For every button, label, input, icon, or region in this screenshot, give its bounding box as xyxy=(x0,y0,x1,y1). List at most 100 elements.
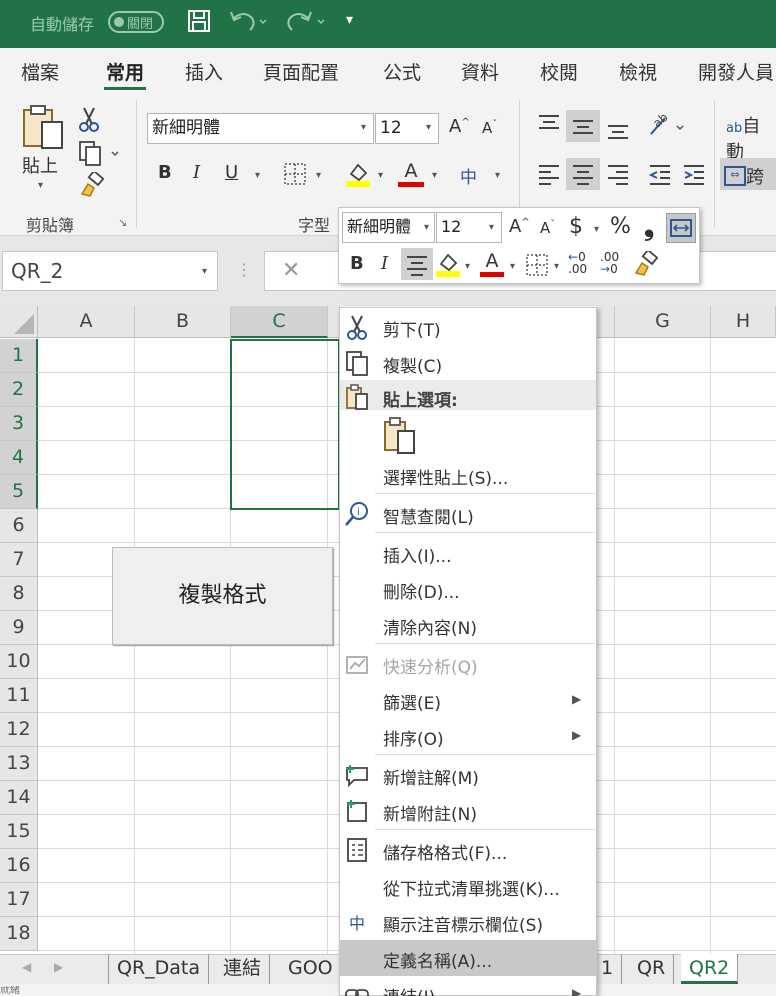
redo-icon[interactable] xyxy=(284,8,326,40)
save-icon[interactable] xyxy=(186,8,212,40)
mini-italic-button[interactable]: I xyxy=(381,253,388,274)
customize-qat-icon[interactable]: ▾ xyxy=(346,12,353,28)
menu-item-link[interactable]: 連結(I) xyxy=(383,983,435,996)
menu-item-copy[interactable]: 複製(C) xyxy=(383,352,442,377)
format-painter-icon[interactable] xyxy=(78,169,105,202)
paste-keep-source-icon[interactable] xyxy=(382,417,418,459)
mini-comma-button[interactable]: ❟ xyxy=(644,212,654,243)
row-header-11[interactable]: 11 xyxy=(0,679,38,713)
mini-font-size-dropdown-icon[interactable]: ▾ xyxy=(489,222,494,233)
column-header-b[interactable]: B xyxy=(135,306,231,338)
menu-item-filter[interactable]: 篩選(E) xyxy=(383,689,441,714)
align-top-icon[interactable] xyxy=(537,112,561,140)
sheet-tab-qr2[interactable]: QR2 xyxy=(681,954,739,984)
fill-color-dropdown-icon[interactable]: ▾ xyxy=(378,170,383,181)
align-middle-icon[interactable] xyxy=(571,115,595,143)
shrink-font-button[interactable]: Aˇ xyxy=(482,119,497,137)
column-header-g[interactable]: G xyxy=(615,306,711,338)
tab-review[interactable]: 校閱 xyxy=(540,58,578,85)
column-header-f[interactable] xyxy=(597,306,615,338)
row-header-5[interactable]: 5 xyxy=(0,475,38,509)
menu-item-format-cells[interactable]: 儲存格格式(F)... xyxy=(383,839,507,864)
row-header-14[interactable]: 14 xyxy=(0,781,38,815)
column-header-h[interactable]: H xyxy=(711,306,776,338)
mini-decrease-decimal-button[interactable]: .00 →0 xyxy=(600,251,626,275)
decrease-indent-icon[interactable] xyxy=(648,162,672,190)
menu-item-new-note[interactable]: 新增附註(N) xyxy=(383,800,477,825)
row-header-13[interactable]: 13 xyxy=(0,747,38,781)
underline-button[interactable]: U xyxy=(225,162,238,183)
borders-icon[interactable] xyxy=(283,162,307,190)
mini-bold-button[interactable]: B xyxy=(350,253,364,274)
sheet-tab-goo[interactable]: GOO xyxy=(280,954,342,984)
mini-increase-decimal-button[interactable]: ←0.00 xyxy=(568,251,594,275)
mini-currency-dropdown-icon[interactable]: ▾ xyxy=(594,224,599,235)
align-center-icon[interactable] xyxy=(571,162,595,190)
row-header-7[interactable]: 7 xyxy=(0,543,38,577)
row-header-2[interactable]: 2 xyxy=(0,373,38,407)
menu-item-delete[interactable]: 刪除(D)... xyxy=(383,578,460,603)
tab-developer[interactable]: 開發人員 xyxy=(698,58,774,85)
tab-file[interactable]: 檔案 xyxy=(21,58,59,85)
row-header-10[interactable]: 10 xyxy=(0,645,38,679)
mini-shrink-font-button[interactable]: Aˇ xyxy=(540,219,555,237)
row-header-1[interactable]: 1 xyxy=(0,339,38,373)
menu-item-cut[interactable]: 剪下(T) xyxy=(383,316,441,341)
fill-color-icon[interactable] xyxy=(345,160,371,192)
tab-data[interactable]: 資料 xyxy=(461,58,499,85)
mini-percent-button[interactable]: % xyxy=(610,214,631,239)
menu-item-paste-special[interactable]: 選擇性貼上(S)... xyxy=(383,464,508,489)
row-header-4[interactable]: 4 xyxy=(0,441,38,475)
paste-button-label[interactable]: 貼上 xyxy=(22,152,58,178)
select-all-button[interactable] xyxy=(0,306,38,338)
tab-page-layout[interactable]: 頁面配置 xyxy=(263,58,339,85)
mini-currency-button[interactable]: $ xyxy=(569,214,583,239)
font-name-field[interactable]: 新細明體 xyxy=(147,113,374,144)
mini-format-painter-icon[interactable] xyxy=(632,248,659,281)
font-color-dropdown-icon[interactable]: ▾ xyxy=(432,170,437,181)
increase-indent-icon[interactable] xyxy=(682,162,706,190)
selected-range[interactable] xyxy=(230,339,340,510)
underline-dropdown-icon[interactable]: ▾ xyxy=(255,170,260,181)
sheet-tab-qr-data[interactable]: QR_Data xyxy=(108,954,210,984)
cut-icon[interactable] xyxy=(78,106,100,136)
row-header-16[interactable]: 16 xyxy=(0,849,38,883)
tab-home[interactable]: 常用 xyxy=(106,58,144,85)
row-header-9[interactable]: 9 xyxy=(0,611,38,645)
copy-icon[interactable] xyxy=(78,140,122,170)
clipboard-launcher-icon[interactable]: ↘ xyxy=(118,216,127,229)
phonetic-dropdown-icon[interactable]: ▾ xyxy=(495,170,500,181)
mini-font-name-dropdown-icon[interactable]: ▾ xyxy=(424,222,429,233)
row-header-18[interactable]: 18 xyxy=(0,917,38,951)
menu-item-smart-lookup[interactable]: 智慧查閱(L) xyxy=(383,503,474,528)
mini-borders-dropdown-icon[interactable]: ▾ xyxy=(554,261,559,272)
mini-align-center-icon[interactable] xyxy=(405,253,429,281)
tab-view[interactable]: 檢視 xyxy=(619,58,657,85)
row-header-3[interactable]: 3 xyxy=(0,407,38,441)
menu-item-sort[interactable]: 排序(O) xyxy=(383,725,444,750)
align-right-icon[interactable] xyxy=(606,162,630,190)
paste-dropdown-icon[interactable]: ▾ xyxy=(38,180,43,191)
undo-icon[interactable] xyxy=(228,8,268,40)
copy-format-button[interactable]: 複製格式 xyxy=(112,547,333,645)
align-left-icon[interactable] xyxy=(537,162,561,190)
mini-fill-dropdown-icon[interactable]: ▾ xyxy=(465,261,470,272)
menu-item-insert[interactable]: 插入(I)... xyxy=(383,542,452,567)
sheet-tab-qr[interactable]: QR xyxy=(629,954,675,984)
row-header-6[interactable]: 6 xyxy=(0,509,38,543)
mini-font-color-dropdown-icon[interactable]: ▾ xyxy=(510,261,515,272)
scroll-sheets-right-icon[interactable]: ▶ xyxy=(54,960,63,974)
font-color-button[interactable]: A xyxy=(398,160,424,187)
align-bottom-icon[interactable] xyxy=(606,118,630,146)
merge-center-button[interactable]: ⇔ 跨 xyxy=(724,163,764,189)
name-box[interactable]: QR_2 xyxy=(2,251,218,291)
autosave-toggle[interactable]: 關閉 xyxy=(108,11,164,33)
name-box-dropdown-icon[interactable]: ▾ xyxy=(202,266,207,277)
phonetic-guide-button[interactable]: 中 xyxy=(460,163,477,188)
wrap-text-button[interactable]: ab自動 xyxy=(726,112,776,164)
row-header-15[interactable]: 15 xyxy=(0,815,38,849)
row-header-17[interactable]: 17 xyxy=(0,883,38,917)
column-header-c[interactable]: C xyxy=(231,306,328,338)
font-name-dropdown-icon[interactable]: ▾ xyxy=(361,122,366,133)
orientation-icon[interactable]: ab xyxy=(647,110,687,144)
